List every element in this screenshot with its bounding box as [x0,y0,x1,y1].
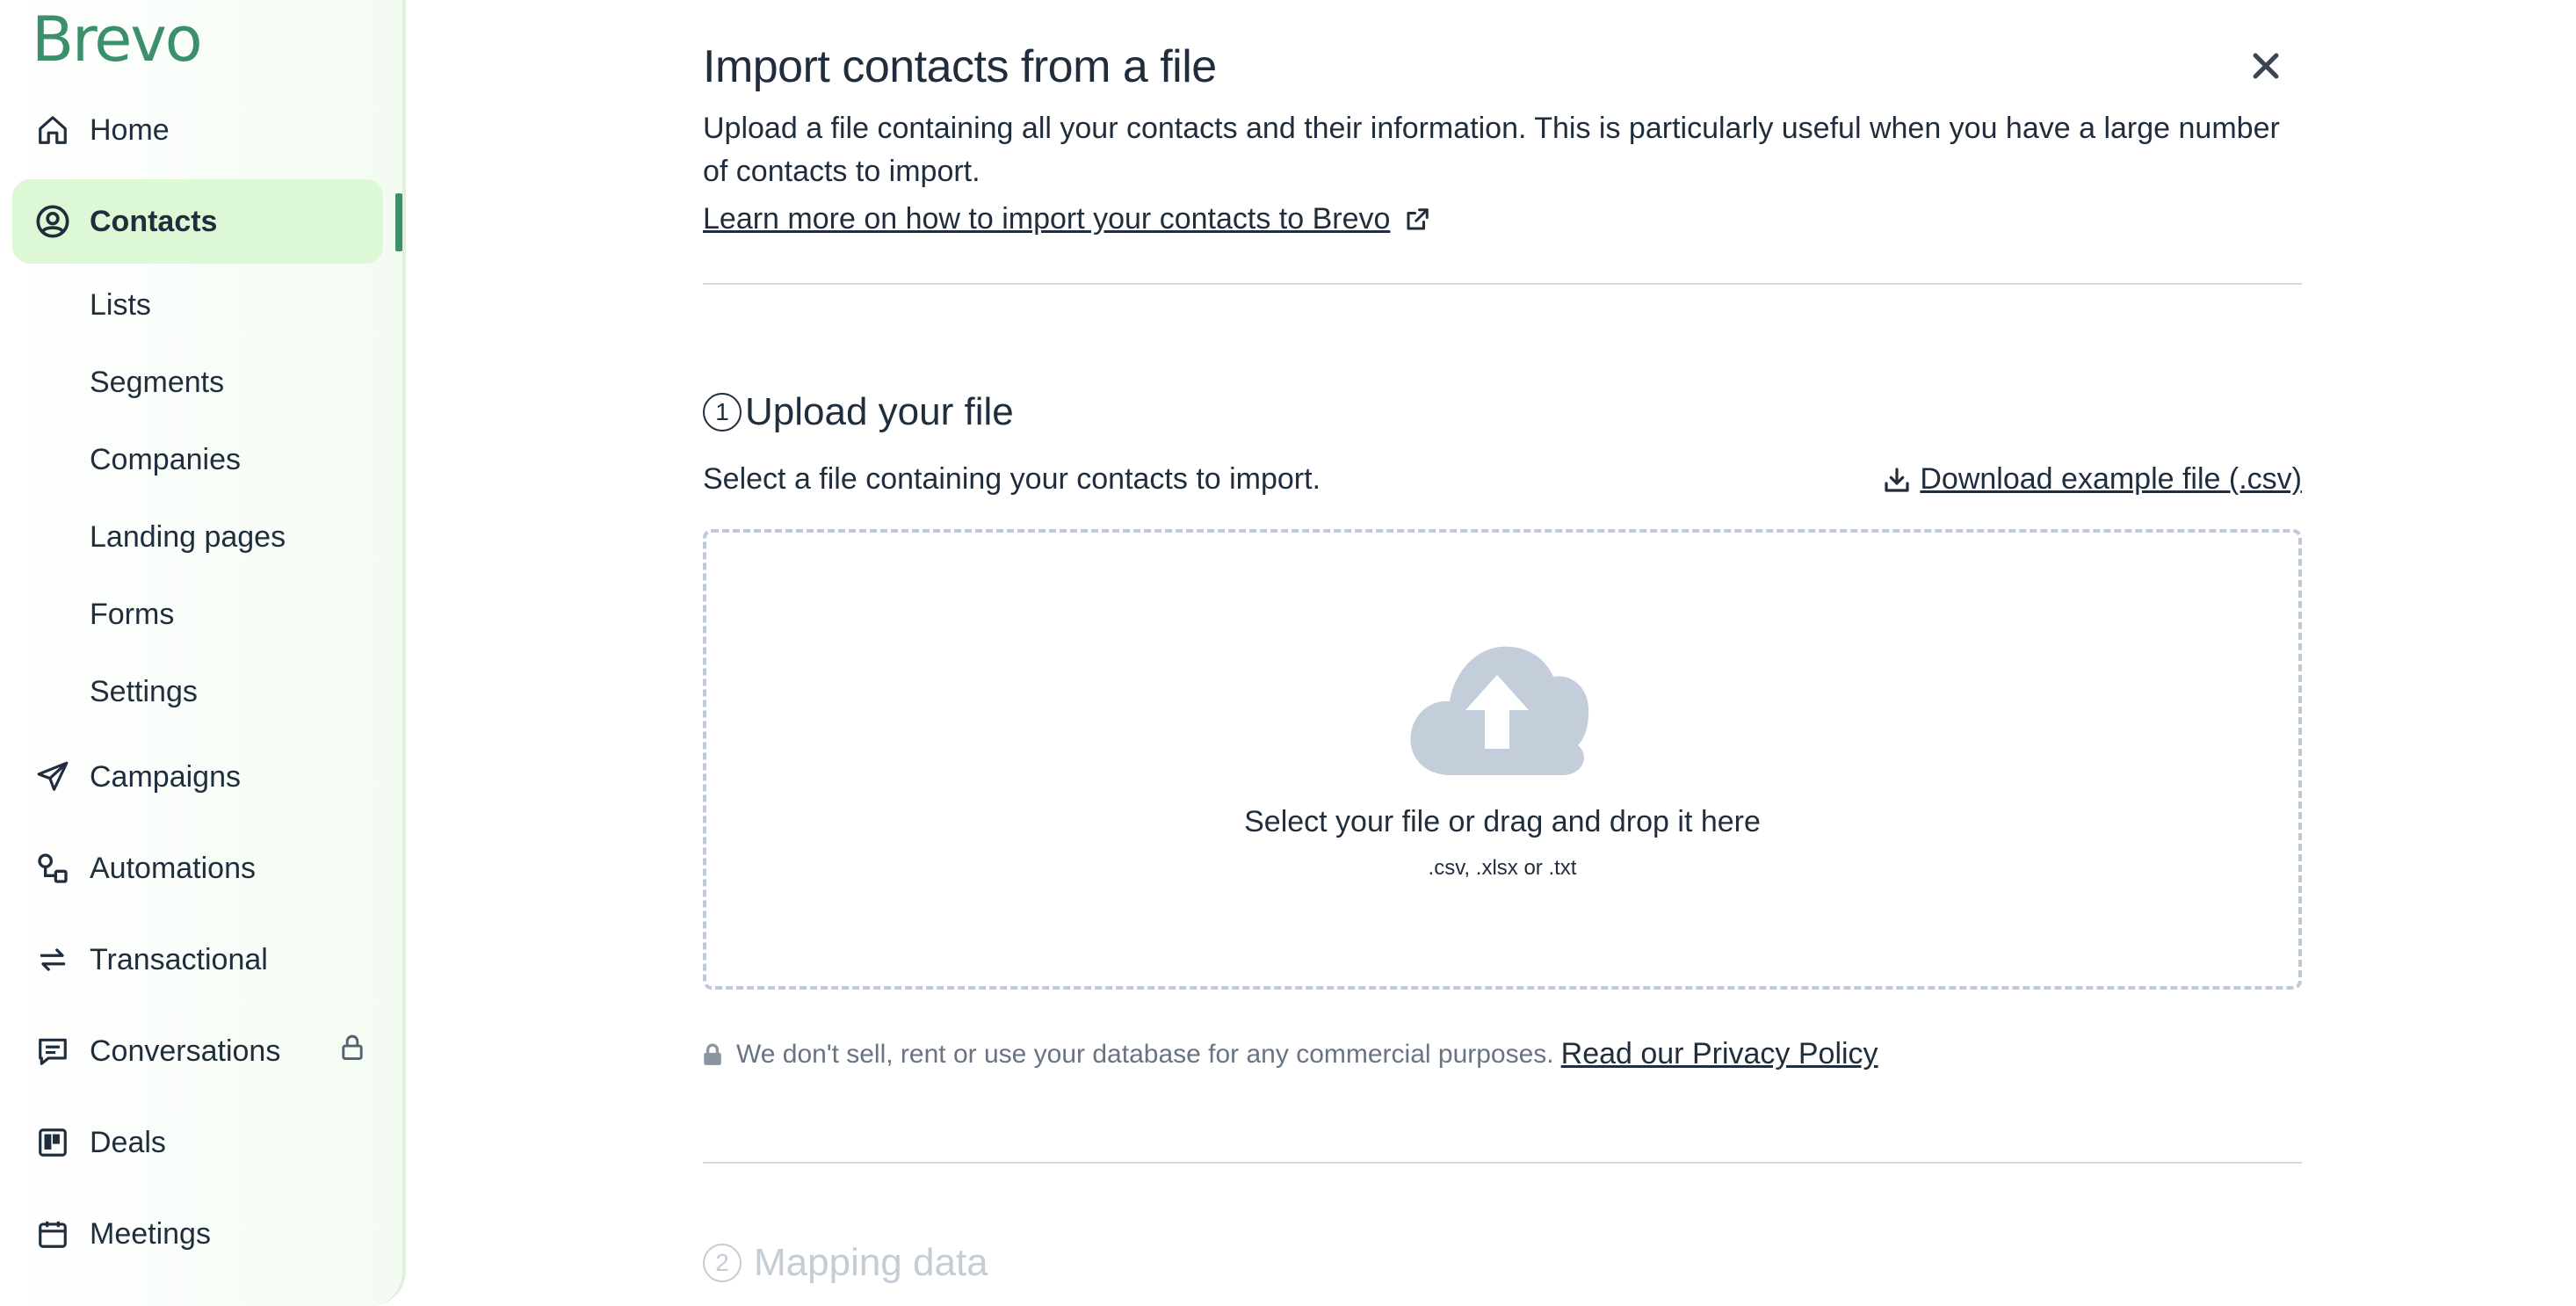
sidebar-item-landing-pages[interactable]: Landing pages [90,520,286,555]
sidebar-item-segments[interactable]: Segments [90,366,224,400]
page-description: Upload a file containing all your contac… [703,112,2280,188]
step-2-heading: 2 Mapping data [703,1241,988,1285]
brevo-logo[interactable]: Brevo [32,4,203,76]
nav-item-deals[interactable]: Deals [12,1100,383,1185]
page-title: Import contacts from a file [703,41,1217,92]
privacy-notice: We don't sell, rent or use your database… [703,1037,1878,1071]
file-dropzone[interactable]: Select your file or drag and drop it her… [703,529,2302,990]
import-panel: Import contacts from a file Upload a fil… [703,0,2302,1306]
step-number: 2 [703,1244,742,1282]
nav-item-meetings[interactable]: Meetings [12,1192,383,1276]
privacy-text: We don't sell, rent or use your database… [736,1039,1554,1069]
external-link-icon [1407,207,1429,229]
transactional-icon [35,942,70,977]
sidebar-item-settings[interactable]: Settings [90,675,198,709]
chat-icon [35,1034,70,1069]
download-icon [1885,467,1909,492]
sidebar-item-forms[interactable]: Forms [90,598,174,632]
nav-item-conversations[interactable]: Conversations [12,1009,383,1093]
step-number: 1 [703,393,742,432]
nav-label: Home [90,112,170,147]
home-icon [35,112,70,148]
step-title: Mapping data [754,1241,988,1284]
upload-instruction: Select a file containing your contacts t… [703,462,1321,496]
nav-label: Conversations [90,1034,281,1068]
automations-icon [35,851,70,886]
nav-label: Meetings [90,1216,211,1251]
sidebar-item-lists[interactable]: Lists [90,288,151,323]
learn-more-link[interactable]: Learn more on how to import your contact… [703,202,1430,236]
nav-item-campaigns[interactable]: Campaigns [12,735,383,819]
sidebar: Brevo Home Contacts Lists Segments Compa… [0,0,406,1306]
nav-label: Automations [90,851,256,885]
nav-item-contacts[interactable]: Contacts [12,179,383,264]
privacy-policy-link[interactable]: Read our Privacy Policy [1561,1037,1878,1071]
close-button[interactable] [2246,46,2286,86]
nav-item-automations[interactable]: Automations [12,826,383,911]
nav-label: Deals [90,1125,166,1159]
lock-icon [704,1043,721,1065]
nav-label: Campaigns [90,759,241,794]
step-1-heading: 1 Upload your file [703,390,1014,434]
lock-icon [339,1034,365,1070]
step-title: Upload your file [745,390,1014,433]
send-icon [35,759,70,794]
nav-label: Contacts [90,204,218,238]
active-indicator [395,193,402,251]
close-icon [2253,53,2279,79]
nav-item-transactional[interactable]: Transactional [12,918,383,1002]
learn-more-label: Learn more on how to import your contact… [703,202,1391,236]
divider [703,283,2302,285]
dropzone-formats: .csv, .xlsx or .txt [1428,856,1577,880]
calendar-icon [35,1216,70,1252]
cloud-upload-icon [1410,646,1589,775]
deals-icon [35,1125,70,1160]
nav-label: Transactional [90,942,268,976]
download-label: Download example file (.csv) [1920,462,2302,496]
dropzone-label: Select your file or drag and drop it her… [1244,805,1761,838]
nav-item-home[interactable]: Home [12,88,383,172]
download-example-link[interactable]: Download example file (.csv) [1883,462,2302,497]
sidebar-item-companies[interactable]: Companies [90,443,241,477]
divider [703,1162,2302,1164]
contacts-icon [35,204,70,239]
